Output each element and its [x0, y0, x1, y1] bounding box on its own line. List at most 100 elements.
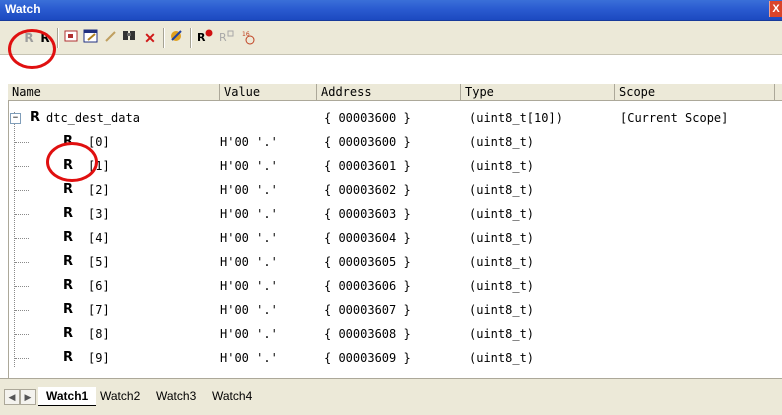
row-address: { 00003601 }	[324, 159, 411, 173]
tree-row-child[interactable]: R [2] H'00 '.' { 00003602 } (uint8_t)	[8, 178, 782, 202]
column-header-type[interactable]: Type	[461, 84, 615, 101]
tree-branch-line	[15, 214, 29, 215]
column-header-scope[interactable]: Scope	[615, 84, 775, 101]
row-name: [3]	[88, 207, 110, 221]
register-marker-icon: R	[63, 350, 74, 365]
tree-branch-line	[15, 142, 29, 143]
tree-row-child[interactable]: R [6] H'00 '.' { 00003606 } (uint8_t)	[8, 274, 782, 298]
tree-row-child[interactable]: R [0] H'00 '.' { 00003600 } (uint8_t)	[8, 130, 782, 154]
row-address: { 00003602 }	[324, 183, 411, 197]
radix-icon[interactable]	[168, 29, 186, 47]
format-icon[interactable]: 16	[240, 29, 260, 47]
row-address: { 00003603 }	[324, 207, 411, 221]
watch-item-icon[interactable]: R	[218, 29, 236, 47]
register-marker-icon: R	[63, 158, 74, 173]
edit-watch-icon[interactable]	[82, 29, 100, 47]
toolbar-separator	[163, 28, 165, 48]
row-value: H'00 '.'	[220, 159, 278, 173]
column-header-value[interactable]: Value	[220, 84, 317, 101]
row-address: { 00003608 }	[324, 327, 411, 341]
row-value: H'00 '.'	[220, 255, 278, 269]
tree-row-child[interactable]: R [9] H'00 '.' { 00003609 } (uint8_t)	[8, 346, 782, 370]
row-address: { 00003600 }	[324, 135, 411, 149]
tree-row-child[interactable]: R [3] H'00 '.' { 00003603 } (uint8_t)	[8, 202, 782, 226]
refresh-gray-icon[interactable]: R	[22, 29, 36, 47]
tree-row-child[interactable]: R [4] H'00 '.' { 00003604 } (uint8_t)	[8, 226, 782, 250]
row-type: (uint8_t[10])	[469, 111, 563, 125]
svg-text:R: R	[197, 31, 206, 43]
close-button[interactable]: X	[769, 1, 782, 17]
row-name: [0]	[88, 135, 110, 149]
svg-text:16: 16	[242, 31, 250, 38]
register-marker-icon: R	[63, 254, 74, 269]
column-header-address[interactable]: Address	[317, 84, 461, 101]
window-title: Watch	[5, 2, 41, 16]
collapse-toggle[interactable]: −	[10, 113, 21, 124]
tab-scroll-right-icon[interactable]: ▶	[20, 389, 36, 405]
row-value: H'00 '.'	[220, 279, 278, 293]
row-type: (uint8_t)	[469, 159, 535, 173]
register-marker-icon: R	[63, 326, 74, 341]
svg-text:R: R	[219, 31, 227, 43]
row-type: (uint8_t)	[469, 327, 535, 341]
delete-icon[interactable]: ✕	[141, 29, 159, 47]
tree-branch-line	[15, 166, 29, 167]
toolbar-separator	[57, 28, 59, 48]
row-name: [8]	[88, 327, 110, 341]
tree-branch-line	[15, 238, 29, 239]
tree-branch-line	[15, 262, 29, 263]
row-scope: [Current Scope]	[620, 111, 729, 125]
tree-branch-line	[15, 190, 29, 191]
row-address: { 00003600 }	[324, 111, 411, 125]
refresh-icon[interactable]: R	[38, 29, 52, 47]
row-name: [7]	[88, 303, 110, 317]
row-name: [4]	[88, 231, 110, 245]
row-value: H'00 '.'	[220, 327, 278, 341]
find-icon[interactable]	[121, 29, 139, 47]
breakpoint-icon[interactable]: R	[196, 29, 214, 47]
row-value: H'00 '.'	[220, 303, 278, 317]
add-watch-icon[interactable]	[63, 29, 81, 47]
row-value: H'00 '.'	[220, 135, 278, 149]
tab-watch4[interactable]: Watch4	[204, 387, 260, 405]
row-name: [1]	[88, 159, 110, 173]
row-address: { 00003607 }	[324, 303, 411, 317]
tab-watch3[interactable]: Watch3	[148, 387, 204, 405]
tree-row-child[interactable]: R [5] H'00 '.' { 00003605 } (uint8_t)	[8, 250, 782, 274]
row-name: [6]	[88, 279, 110, 293]
tree-branch-line	[15, 334, 29, 335]
watch-window: Watch X R R ✕ R R 16 Name Value Address …	[0, 0, 782, 415]
tree-row-root[interactable]: − R dtc_dest_data { 00003600 } (uint8_t[…	[8, 106, 782, 130]
tree-row-child[interactable]: R [8] H'00 '.' { 00003608 } (uint8_t)	[8, 322, 782, 346]
row-type: (uint8_t)	[469, 279, 535, 293]
row-name: [9]	[88, 351, 110, 365]
pencil-icon[interactable]	[103, 29, 119, 47]
tree-row-child[interactable]: R [1] H'00 '.' { 00003601 } (uint8_t)	[8, 154, 782, 178]
row-type: (uint8_t)	[469, 255, 535, 269]
column-header-name[interactable]: Name	[8, 84, 220, 101]
tab-watch1[interactable]: Watch1	[38, 387, 97, 406]
register-marker-icon: R	[63, 206, 74, 221]
tree-row-child[interactable]: R [7] H'00 '.' { 00003607 } (uint8_t)	[8, 298, 782, 322]
tab-watch2[interactable]: Watch2	[92, 387, 148, 405]
tree-branch-line	[15, 358, 29, 359]
row-type: (uint8_t)	[469, 351, 535, 365]
register-marker-icon: R	[63, 134, 74, 149]
row-type: (uint8_t)	[469, 207, 535, 221]
row-type: (uint8_t)	[469, 231, 535, 245]
title-bar[interactable]: Watch X	[0, 0, 782, 21]
row-type: (uint8_t)	[469, 303, 535, 317]
row-name: dtc_dest_data	[46, 111, 140, 125]
row-value: H'00 '.'	[220, 183, 278, 197]
register-marker-icon: R	[63, 230, 74, 245]
register-marker-icon: R	[63, 302, 74, 317]
row-value: H'00 '.'	[220, 231, 278, 245]
row-address: { 00003609 }	[324, 351, 411, 365]
row-name: [5]	[88, 255, 110, 269]
row-name: [2]	[88, 183, 110, 197]
tree-branch-line	[15, 310, 29, 311]
register-marker-icon: R	[63, 182, 74, 197]
row-address: { 00003606 }	[324, 279, 411, 293]
register-marker-icon: R	[63, 278, 74, 293]
tab-scroll-left-icon[interactable]: ◀	[4, 389, 20, 405]
